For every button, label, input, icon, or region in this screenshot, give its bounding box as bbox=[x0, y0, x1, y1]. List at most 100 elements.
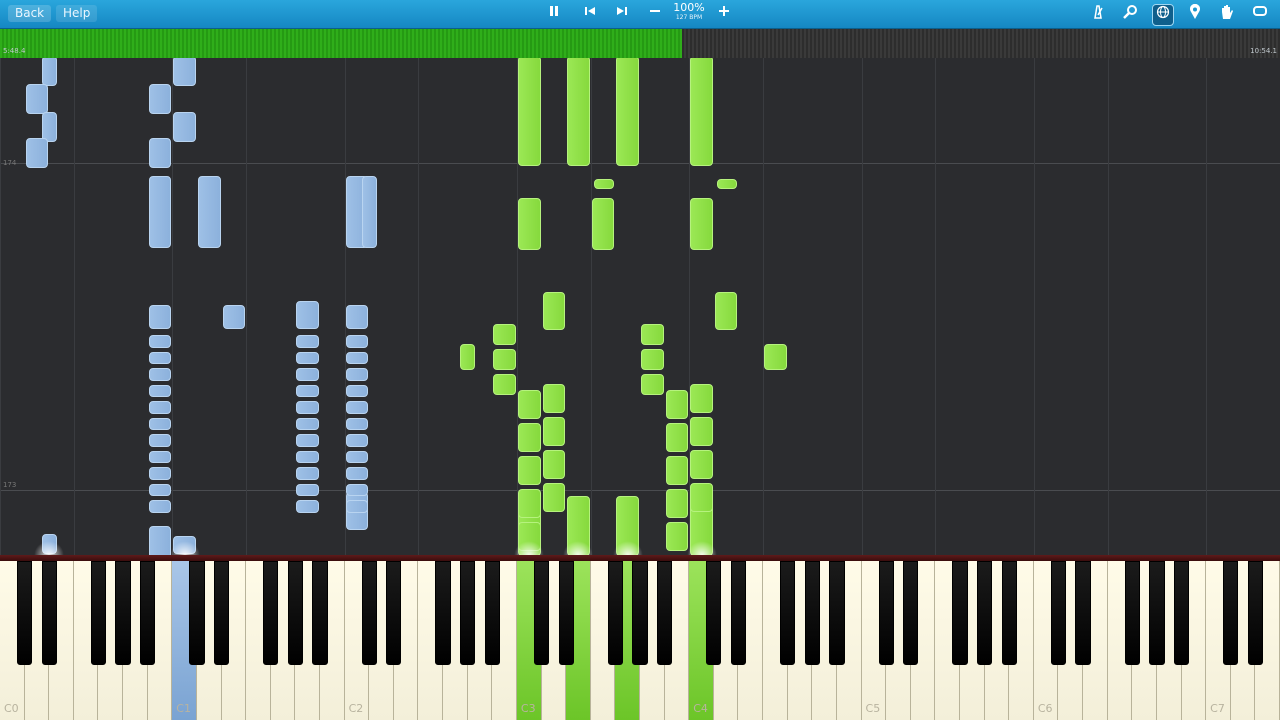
hit-glow bbox=[34, 541, 65, 555]
black-key[interactable] bbox=[435, 561, 451, 665]
note-block bbox=[173, 58, 196, 86]
tempo-label: 127 BPM bbox=[675, 14, 703, 21]
note-block bbox=[345, 467, 369, 480]
black-key[interactable] bbox=[558, 561, 574, 665]
black-key[interactable] bbox=[1001, 561, 1017, 665]
pause-icon[interactable] bbox=[544, 4, 564, 24]
progress-bar[interactable]: 5:48.4 10:54.1 bbox=[0, 29, 1280, 58]
note-block bbox=[148, 138, 172, 168]
measure-line bbox=[0, 163, 1280, 164]
black-key[interactable] bbox=[656, 561, 673, 665]
grid-line bbox=[0, 58, 1, 555]
hand-icon[interactable] bbox=[1217, 4, 1237, 24]
faster-icon[interactable] bbox=[714, 4, 734, 24]
skip-forward-icon[interactable] bbox=[612, 4, 632, 24]
note-block bbox=[148, 176, 172, 248]
grid-line bbox=[1206, 58, 1208, 555]
black-key[interactable] bbox=[189, 561, 205, 665]
black-key[interactable] bbox=[213, 561, 230, 665]
grid-line bbox=[1033, 58, 1035, 555]
note-block bbox=[567, 58, 590, 166]
black-key[interactable] bbox=[1050, 561, 1067, 665]
black-key[interactable] bbox=[140, 561, 156, 665]
note-block bbox=[665, 390, 689, 419]
black-key[interactable] bbox=[533, 561, 550, 665]
note-block bbox=[148, 305, 172, 329]
note-block bbox=[148, 467, 172, 480]
black-key[interactable] bbox=[878, 561, 894, 665]
note-block bbox=[148, 483, 172, 496]
black-key[interactable] bbox=[730, 561, 747, 665]
black-key[interactable] bbox=[804, 561, 820, 665]
black-key[interactable] bbox=[460, 561, 476, 665]
black-key[interactable] bbox=[829, 561, 845, 665]
note-block bbox=[345, 434, 369, 447]
black-key[interactable] bbox=[1124, 561, 1140, 665]
grid-line bbox=[1107, 58, 1109, 555]
back-button[interactable]: Back bbox=[8, 5, 52, 22]
note-block bbox=[345, 401, 369, 414]
black-key[interactable] bbox=[90, 561, 107, 665]
note-block bbox=[593, 179, 615, 189]
black-key[interactable] bbox=[607, 561, 623, 665]
note-block bbox=[493, 324, 516, 345]
note-block bbox=[148, 368, 172, 381]
marker-icon[interactable] bbox=[1185, 3, 1205, 24]
black-key[interactable] bbox=[361, 561, 377, 665]
note-block bbox=[296, 384, 319, 397]
black-key[interactable] bbox=[263, 561, 279, 665]
black-key[interactable] bbox=[1223, 561, 1239, 665]
black-key[interactable] bbox=[706, 561, 722, 665]
black-key[interactable] bbox=[484, 561, 500, 665]
black-key[interactable] bbox=[780, 561, 796, 665]
measure-line bbox=[0, 490, 1280, 491]
note-block bbox=[690, 58, 713, 166]
note-block bbox=[296, 351, 319, 364]
black-key[interactable] bbox=[903, 561, 919, 665]
grid-line bbox=[590, 58, 592, 555]
black-key[interactable] bbox=[312, 561, 328, 665]
black-key[interactable] bbox=[287, 561, 303, 665]
note-block bbox=[542, 483, 566, 512]
note-block bbox=[148, 401, 172, 414]
measure-number: 174 bbox=[3, 159, 17, 167]
note-block bbox=[345, 450, 369, 463]
zoom-icon[interactable] bbox=[1120, 4, 1140, 24]
metronome-icon[interactable] bbox=[1088, 4, 1108, 24]
hit-glow bbox=[514, 541, 545, 555]
black-key[interactable] bbox=[976, 561, 993, 665]
note-block bbox=[690, 483, 713, 512]
note-block bbox=[517, 489, 541, 518]
black-key[interactable] bbox=[1173, 561, 1190, 665]
note-block bbox=[296, 434, 319, 447]
note-block bbox=[345, 368, 369, 381]
skip-back-icon[interactable] bbox=[580, 4, 600, 24]
black-key[interactable] bbox=[1149, 561, 1165, 665]
loop-icon[interactable] bbox=[1250, 4, 1270, 24]
note-block bbox=[296, 467, 319, 480]
slower-icon[interactable] bbox=[645, 4, 665, 24]
note-block bbox=[591, 198, 615, 250]
grid-line bbox=[418, 58, 420, 555]
octave-label: C5 bbox=[865, 702, 881, 715]
black-key[interactable] bbox=[1247, 561, 1263, 665]
black-key[interactable] bbox=[16, 561, 33, 665]
black-key[interactable] bbox=[115, 561, 131, 665]
note-block bbox=[764, 344, 787, 370]
black-key[interactable] bbox=[41, 561, 57, 665]
black-key[interactable] bbox=[952, 561, 968, 665]
elapsed-time: 5:48.4 bbox=[3, 47, 26, 55]
globe-icon[interactable] bbox=[1152, 4, 1174, 26]
note-block bbox=[542, 384, 566, 413]
note-block bbox=[148, 434, 172, 447]
note-roll: 174 173 bbox=[0, 58, 1280, 555]
help-button[interactable]: Help bbox=[56, 5, 98, 22]
black-key[interactable] bbox=[1075, 561, 1091, 665]
octave-label: C0 bbox=[4, 702, 19, 715]
black-key[interactable] bbox=[386, 561, 402, 665]
note-block bbox=[345, 305, 369, 329]
black-key[interactable] bbox=[632, 561, 648, 665]
note-block bbox=[345, 335, 369, 348]
hit-glow bbox=[169, 541, 200, 555]
octave-label: C7 bbox=[1210, 702, 1225, 715]
